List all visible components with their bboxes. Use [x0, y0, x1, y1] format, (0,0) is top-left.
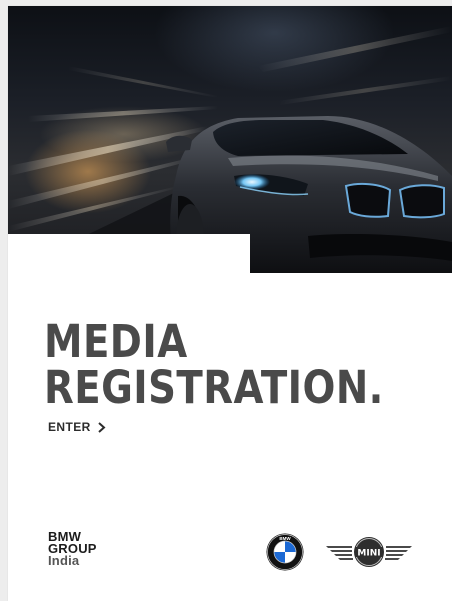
registration-card: MEDIA REGISTRATION. ENTER BMW GROUP Indi…: [8, 6, 452, 601]
page: MEDIA REGISTRATION. ENTER BMW GROUP Indi…: [0, 0, 452, 601]
mini-logo-text: MINI: [357, 549, 380, 559]
page-title: MEDIA REGISTRATION.: [44, 319, 384, 411]
bmw-roundel-letters: BMW: [279, 536, 291, 541]
bmw-roundel-logo: BMW: [266, 533, 304, 571]
bmw-group-india-logo: BMW GROUP India: [48, 530, 97, 568]
hero-notch: [8, 234, 250, 273]
enter-link[interactable]: ENTER: [48, 420, 106, 434]
chevron-right-icon: [98, 421, 106, 433]
hero-image: [8, 6, 452, 273]
title-line-1: MEDIA: [44, 315, 188, 368]
enter-label: ENTER: [48, 420, 91, 434]
group-logo-line-3: India: [48, 553, 80, 568]
car-photo: [8, 26, 452, 273]
mini-wings-logo: MINI: [326, 537, 412, 567]
title-line-2: REGISTRATION.: [44, 361, 384, 414]
